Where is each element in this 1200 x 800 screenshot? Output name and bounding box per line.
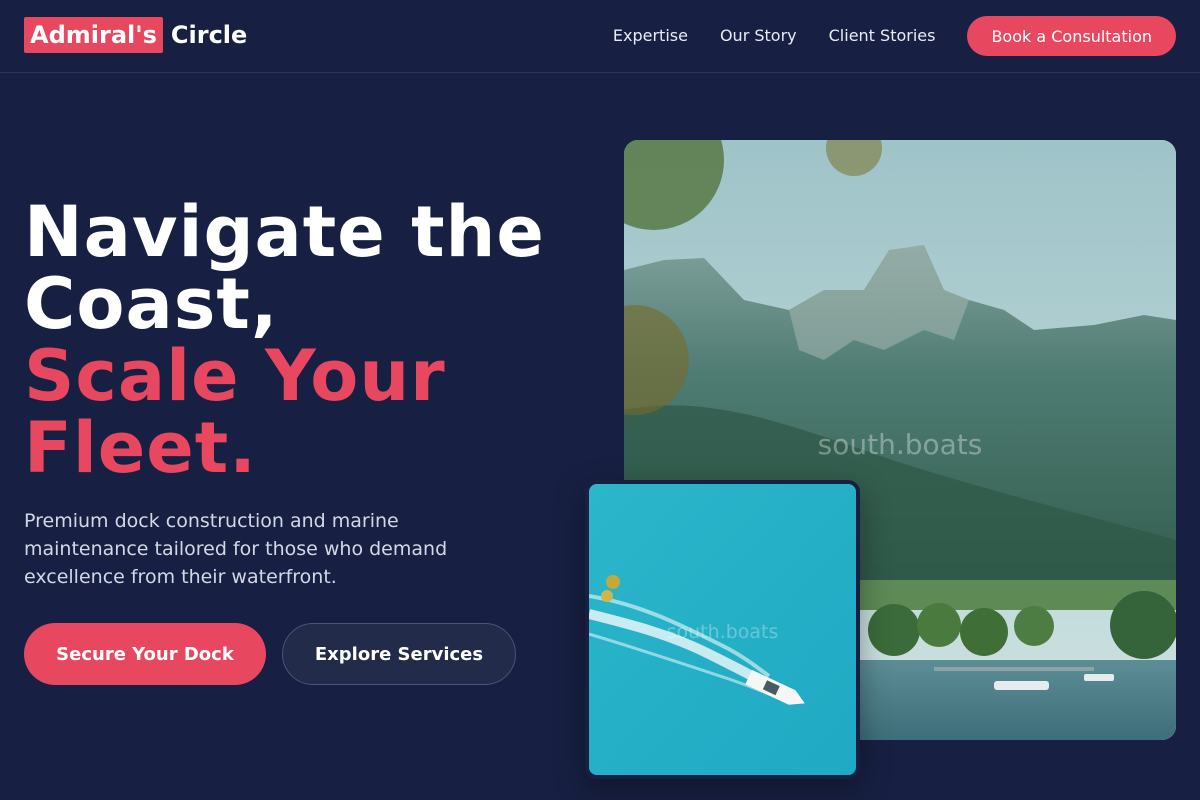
hero-title-line-1: Navigate the bbox=[24, 191, 545, 273]
photo-watermark: south.boats bbox=[817, 428, 983, 461]
brand-name: Circle bbox=[170, 21, 248, 49]
hero-subtitle: Premium dock construction and marine mai… bbox=[24, 510, 448, 588]
nav-link-expertise[interactable]: Expertise bbox=[613, 16, 688, 56]
hero-title-accent-line-1: Scale Your bbox=[24, 335, 446, 417]
secure-dock-button[interactable]: Secure Your Dock bbox=[24, 623, 266, 685]
nav-link-our-story[interactable]: Our Story bbox=[720, 16, 797, 56]
speedboat-photo: south.boats bbox=[585, 480, 860, 779]
brand-logo[interactable]: Admiral's Circle bbox=[24, 17, 247, 53]
top-navigation: Admiral's Circle Expertise Our Story Cli… bbox=[0, 0, 1200, 73]
nav-link-client-stories[interactable]: Client Stories bbox=[829, 16, 936, 56]
hero-title-line-2: Coast, bbox=[24, 263, 279, 345]
hero-title: Navigate the Coast, Scale Your Fleet. bbox=[24, 196, 584, 484]
brand-highlight: Admiral's bbox=[24, 17, 163, 53]
explore-services-button[interactable]: Explore Services bbox=[282, 623, 516, 685]
photo-watermark-small: south.boats bbox=[666, 621, 779, 643]
nav-links: Expertise Our Story Client Stories Book … bbox=[613, 16, 1176, 56]
book-consultation-button[interactable]: Book a Consultation bbox=[967, 16, 1176, 56]
hero-title-accent-line-2: Fleet. bbox=[24, 407, 257, 489]
